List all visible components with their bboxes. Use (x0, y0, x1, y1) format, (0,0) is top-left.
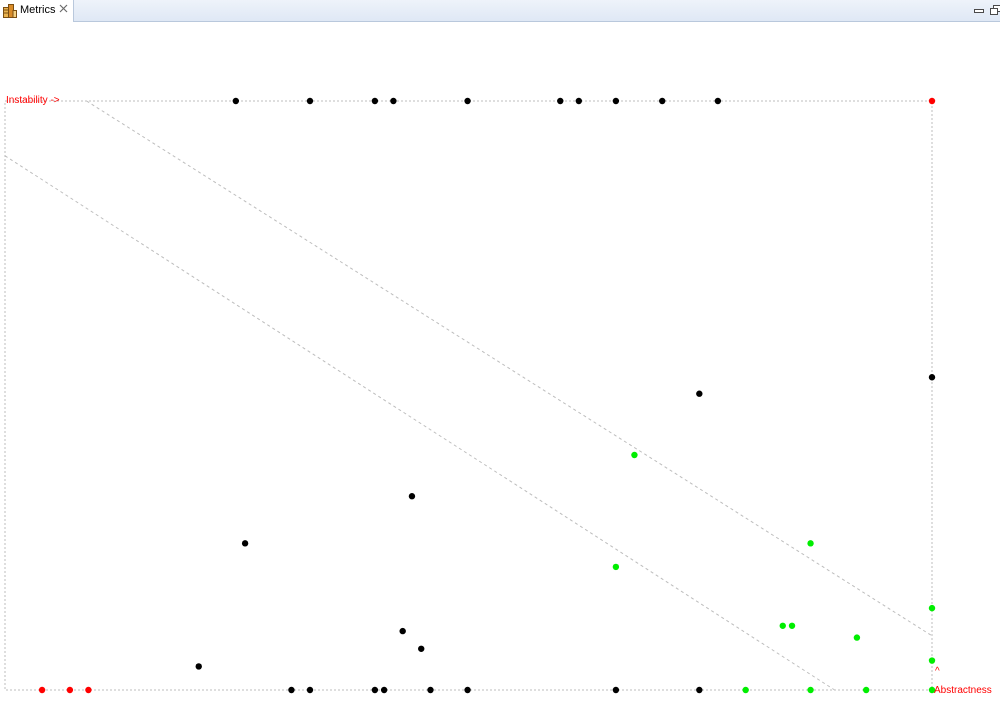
package-point-good-2[interactable] (807, 540, 813, 546)
close-icon[interactable] (58, 4, 69, 15)
package-point-normal-12[interactable] (696, 391, 702, 397)
metrics-icon (3, 4, 17, 18)
package-point-normal-25[interactable] (696, 687, 702, 693)
main-sequence-guides (5, 101, 932, 690)
package-point-normal-7[interactable] (576, 98, 582, 104)
y-axis-marker: ^ (935, 666, 940, 677)
restore-icon[interactable] (990, 4, 1000, 16)
package-point-normal-6[interactable] (557, 98, 563, 104)
package-point-normal-2[interactable] (307, 98, 313, 104)
plot-frame (5, 101, 932, 690)
package-point-normal-20[interactable] (372, 687, 378, 693)
main-sequence-line-1 (87, 101, 932, 636)
package-point-good-1[interactable] (631, 452, 637, 458)
package-point-normal-3[interactable] (372, 98, 378, 104)
package-point-good-9[interactable] (742, 687, 748, 693)
package-point-normal-18[interactable] (288, 687, 294, 693)
package-point-good-11[interactable] (863, 687, 869, 693)
package-point-normal-8[interactable] (613, 98, 619, 104)
package-point-normal-4[interactable] (390, 98, 396, 104)
package-point-normal-16[interactable] (418, 646, 424, 652)
package-point-normal-21[interactable] (381, 687, 387, 693)
package-point-normal-14[interactable] (242, 540, 248, 546)
plot-border (5, 101, 932, 690)
tab-title: Metrics (20, 4, 55, 17)
package-point-good-6[interactable] (789, 623, 795, 629)
minimize-icon[interactable] (973, 4, 987, 16)
package-point-good-5[interactable] (780, 623, 786, 629)
package-point-normal-13[interactable] (409, 493, 415, 499)
package-point-warning-4[interactable] (85, 687, 91, 693)
metrics-chart-area: Instability -> ^ Abstractness (0, 22, 1000, 696)
package-point-normal-9[interactable] (659, 98, 665, 104)
package-point-normal-22[interactable] (427, 687, 433, 693)
package-point-good-3[interactable] (613, 564, 619, 570)
package-point-normal-19[interactable] (307, 687, 313, 693)
metrics-tab[interactable]: Metrics (0, 0, 74, 22)
package-point-normal-23[interactable] (464, 687, 470, 693)
package-point-normal-10[interactable] (715, 98, 721, 104)
package-point-normal-5[interactable] (464, 98, 470, 104)
metrics-scatter-plot: Instability -> ^ Abstractness (0, 22, 1000, 696)
package-point-normal-1[interactable] (233, 98, 239, 104)
y-axis-label: Abstractness (934, 685, 992, 696)
package-point-warning-2[interactable] (39, 687, 45, 693)
package-point-good-8[interactable] (929, 657, 935, 663)
package-point-normal-24[interactable] (613, 687, 619, 693)
package-point-normal-15[interactable] (399, 628, 405, 634)
package-point-warning-1[interactable] (929, 98, 935, 104)
package-point-good-4[interactable] (929, 605, 935, 611)
package-points (39, 98, 935, 693)
main-sequence-line-2 (5, 156, 835, 690)
package-point-good-10[interactable] (807, 687, 813, 693)
package-point-normal-11[interactable] (929, 374, 935, 380)
view-tab-bar: Metrics (0, 0, 1000, 22)
package-point-normal-17[interactable] (196, 663, 202, 669)
package-point-warning-3[interactable] (67, 687, 73, 693)
package-point-good-7[interactable] (854, 634, 860, 640)
x-axis-label: Instability -> (6, 95, 60, 106)
